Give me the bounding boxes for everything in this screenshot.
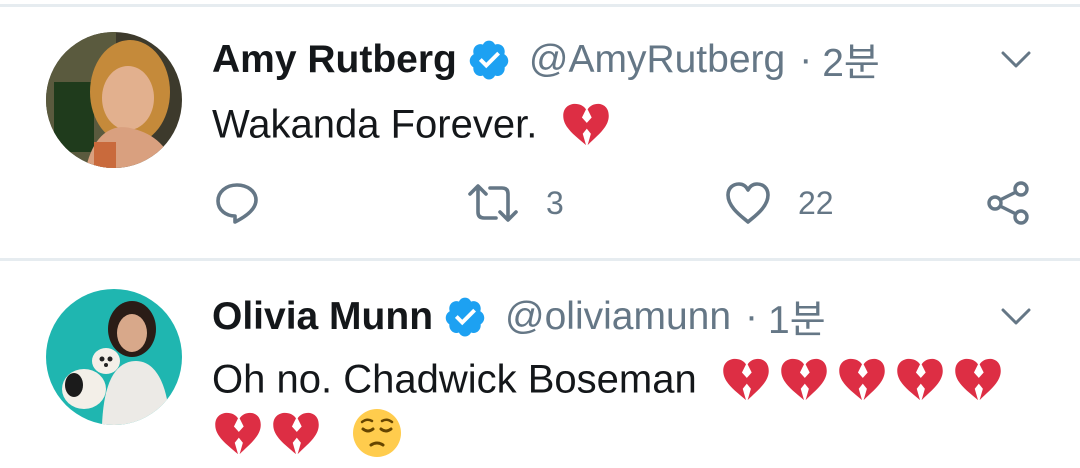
heart-icon [726, 182, 770, 224]
like-button[interactable]: 22 [724, 180, 834, 226]
like-count: 22 [798, 184, 834, 221]
tweet-body: Wakanda Forever. [212, 102, 538, 147]
tweet-body: Oh no. Chadwick Boseman [212, 357, 697, 402]
pensive-face-emoji-icon [353, 409, 402, 458]
broken-heart-emoji-icon [952, 353, 1004, 405]
tweet-card[interactable]: Amy Rutberg @AmyRutberg · 2분 Wakanda For… [0, 0, 1080, 258]
broken-heart-emoji-icon [560, 98, 612, 150]
broken-heart-emoji-icon [836, 353, 888, 405]
broken-heart-emoji-icon [270, 407, 322, 459]
separator-dot: · [799, 38, 813, 81]
tweet-header: Amy Rutberg @AmyRutberg · 2분 [212, 34, 880, 86]
separator-dot: · [745, 295, 759, 338]
retweet-button[interactable]: 3 [466, 180, 564, 226]
share-icon [987, 181, 1029, 225]
display-name[interactable]: Olivia Munn [212, 295, 433, 339]
reply-icon [216, 183, 258, 224]
tweet-card[interactable]: Olivia Munn @oliviamunn · 1분 Oh no. Chad… [0, 261, 1080, 468]
tweet-text: Oh no. Chadwick Boseman [212, 349, 1010, 407]
username[interactable]: @oliviamunn [505, 295, 731, 339]
tweet-text-line-2 [212, 403, 403, 459]
retweet-icon [468, 184, 518, 222]
chevron-down-icon[interactable] [1000, 307, 1032, 327]
avatar[interactable] [46, 289, 182, 425]
timestamp[interactable]: 2분 [822, 32, 880, 88]
broken-heart-emoji-icon [212, 407, 264, 459]
display-name[interactable]: Amy Rutberg [212, 38, 457, 82]
verified-badge-icon [467, 38, 511, 82]
broken-heart-emoji-icon [894, 353, 946, 405]
broken-heart-emoji-icon [778, 353, 830, 405]
retweet-count: 3 [546, 184, 564, 221]
username[interactable]: @AmyRutberg [529, 38, 785, 82]
share-button[interactable] [986, 180, 1032, 226]
broken-heart-emoji-icon [720, 353, 772, 405]
avatar[interactable] [46, 32, 182, 168]
reply-button[interactable] [214, 180, 260, 226]
verified-badge-icon [443, 295, 487, 339]
tweet-text: Wakanda Forever. [212, 94, 618, 152]
timestamp[interactable]: 1분 [768, 289, 826, 345]
tweet-actions: 3 22 [0, 178, 1080, 228]
chevron-down-icon[interactable] [1000, 50, 1032, 70]
tweet-header: Olivia Munn @oliviamunn · 1분 [212, 291, 826, 343]
